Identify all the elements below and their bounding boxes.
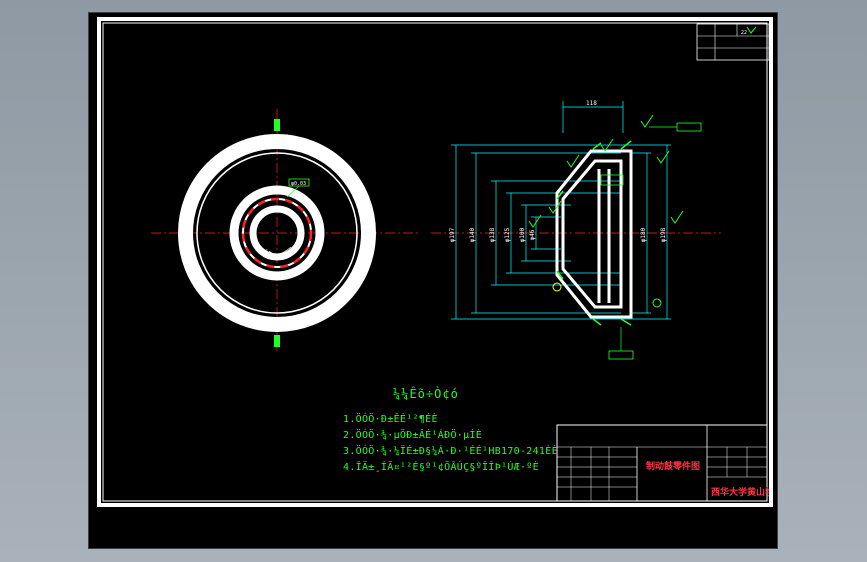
tech-note-1: 1.ÖÓÖ·Ð±ÊÉ¹²¶ÉÈ bbox=[343, 414, 438, 425]
dim-3: φ138 bbox=[489, 227, 496, 242]
section-mark-top bbox=[274, 119, 280, 131]
datum-symbol-right bbox=[652, 298, 662, 308]
title-block-school: 西华大学黄山学 bbox=[711, 486, 769, 498]
dim-6: φ46 bbox=[529, 229, 536, 240]
drawing-area: 22 60° φ0.03 φ197 φ140 φ138 φ125 φ100 φ4… bbox=[101, 21, 769, 503]
dim-8: φ180 bbox=[640, 227, 647, 242]
dim-2: φ140 bbox=[469, 227, 476, 242]
angle-label: 60° bbox=[259, 249, 268, 255]
section-mark-bottom bbox=[274, 335, 280, 347]
title-block: 制动鼓零件图 西华大学黄山学 bbox=[556, 424, 769, 502]
top-right-table: 22 bbox=[696, 23, 769, 61]
tolerance-callout-top bbox=[676, 122, 702, 132]
dim-4: φ125 bbox=[504, 227, 511, 242]
tolerance-callout-bottom bbox=[608, 350, 634, 360]
tech-note-4: 4.ÎÄ±¸ÍÃ¤¹²É§º¹¢ÕÂÚÇ§ºÎÎÞ¹ÚÆ·ºÈ bbox=[343, 462, 539, 473]
dim-5: φ100 bbox=[519, 227, 526, 242]
end-view: 60° φ0.03 bbox=[151, 109, 421, 351]
tech-requirements-heading: ¼¼Êõ÷Ò¢ó bbox=[393, 387, 459, 401]
dim-7: φ198 bbox=[660, 227, 667, 242]
section-view: φ197 φ140 φ138 φ125 φ100 φ46 φ198 φ180 1… bbox=[431, 100, 721, 360]
cad-viewport[interactable]: 22 60° φ0.03 φ197 φ140 φ138 φ125 φ100 φ4… bbox=[88, 12, 778, 549]
corner-label: 22 bbox=[741, 30, 747, 36]
dim-1: φ197 bbox=[449, 227, 456, 242]
title-block-part-name: 制动鼓零件图 bbox=[646, 460, 700, 472]
drawing-sheet-border: 22 60° φ0.03 φ197 φ140 φ138 φ125 φ100 φ4… bbox=[97, 17, 773, 507]
tech-note-2: 2.ÖÓÖ·¾·µÖÐ±ÂÉ¹ÁÐÖ·µÍÈ bbox=[343, 430, 483, 441]
datum-symbol-left bbox=[552, 282, 562, 292]
drum-section-outline bbox=[555, 149, 633, 319]
dim-top: 118 bbox=[586, 100, 597, 107]
check-mark-icon bbox=[746, 26, 757, 34]
roughness-symbols bbox=[528, 114, 684, 228]
tech-note-3: 3.ÖÓÖ·¾·¼ÏÉ±Ð§¼Á·Ð·¹ÉÉ¹HB170-241ÈÈ bbox=[343, 446, 558, 457]
